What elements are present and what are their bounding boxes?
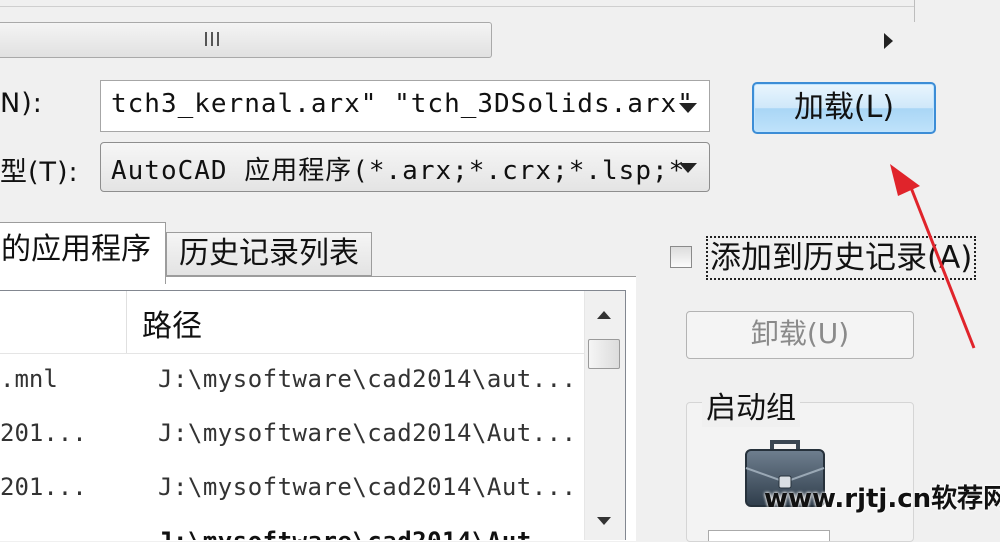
chevron-down-icon[interactable] <box>679 163 697 173</box>
row-path: J:\mysoftware\cad2014\Aut... <box>158 419 577 447</box>
scroll-right-arrow-icon[interactable] <box>884 33 893 49</box>
row-name: ... <box>0 527 43 540</box>
load-button[interactable]: 加载(L) <box>752 82 936 134</box>
file-name-label: N): <box>0 88 43 119</box>
red-arrow-annotation <box>890 164 976 349</box>
top-divider <box>914 0 915 22</box>
horizontal-scroll-thumb[interactable] <box>0 22 492 58</box>
scroll-down-arrow-icon[interactable] <box>597 517 611 525</box>
vertical-scroll-thumb[interactable] <box>588 339 620 369</box>
scroll-up-arrow-icon[interactable] <box>597 311 611 319</box>
chevron-down-icon[interactable] <box>679 103 697 113</box>
list-row[interactable]: .mnl J:\mysoftware\cad2014\aut... <box>0 353 584 407</box>
list-row[interactable]: ... J:\mysoftware\cad2014\Aut... <box>0 515 584 540</box>
column-header-path[interactable]: 路径 <box>142 301 202 345</box>
watermark-text: www.rjtj.cn软荐网 <box>764 484 1000 514</box>
file-name-value[interactable]: tch3_kernal.arx" "tch_3DSolids.arx" <box>111 89 694 119</box>
tab-loaded-apps[interactable]: 的应用程序 <box>0 222 166 284</box>
file-name-combo[interactable]: tch3_kernal.arx" "tch_3DSolids.arx" <box>100 80 710 132</box>
top-border <box>0 6 914 7</box>
list-row[interactable]: 201... J:\mysoftware\cad2014\Aut... <box>0 461 584 515</box>
row-path: J:\mysoftware\cad2014\aut... <box>158 365 577 393</box>
row-path: J:\mysoftware\cad2014\Aut... <box>158 527 577 540</box>
list-header: 路径 <box>0 291 584 354</box>
file-type-label: 型(T): <box>0 157 79 188</box>
row-path: J:\mysoftware\cad2014\Aut... <box>158 473 577 501</box>
vertical-scrollbar[interactable] <box>584 291 625 540</box>
checkbox-box[interactable] <box>670 246 692 268</box>
startup-group-item[interactable] <box>708 530 830 541</box>
startup-group-title: 启动组 <box>702 383 800 427</box>
row-name: 201... <box>0 419 87 447</box>
file-type-select[interactable]: AutoCAD 应用程序(*.arx;*.crx;*.lsp;* <box>100 142 710 192</box>
tab-history-list[interactable]: 历史记录列表 <box>166 232 372 276</box>
row-name: 201... <box>0 473 87 501</box>
column-separator[interactable] <box>126 291 127 353</box>
file-type-value[interactable]: AutoCAD 应用程序(*.arx;*.crx;*.lsp;* <box>111 150 685 187</box>
scroll-grip-icon <box>205 32 219 46</box>
loaded-apps-list[interactable]: 路径 .mnl J:\mysoftware\cad2014\aut... 201… <box>0 290 626 540</box>
list-row[interactable]: 201... J:\mysoftware\cad2014\Aut... <box>0 407 584 461</box>
row-name: .mnl <box>0 365 58 393</box>
